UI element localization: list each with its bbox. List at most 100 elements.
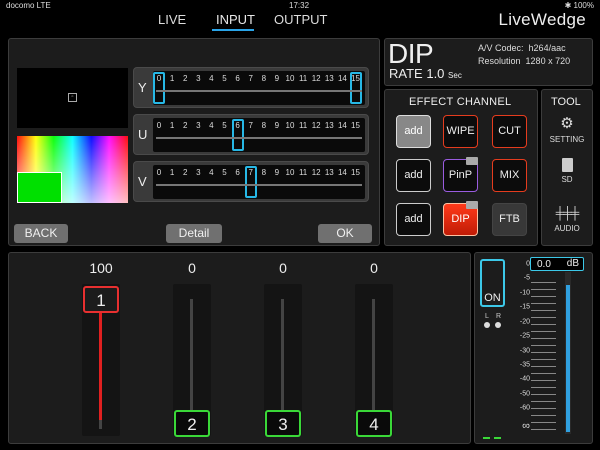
scale-tick-label: 5 bbox=[222, 168, 227, 177]
tab-input[interactable]: INPUT bbox=[216, 12, 255, 27]
left-channel-label: L bbox=[485, 313, 489, 320]
sd-card-icon bbox=[561, 158, 573, 172]
db-tick-label: -10 bbox=[519, 289, 530, 297]
scale-tick-label: 6 bbox=[235, 74, 240, 83]
scale-tick-label: 12 bbox=[311, 168, 321, 177]
scale-tick-label: 7 bbox=[248, 121, 253, 130]
preview-marker-icon: ▫ bbox=[68, 93, 77, 102]
clock: 17:32 bbox=[289, 1, 310, 10]
scale-tick-label: 14 bbox=[337, 74, 347, 83]
fader-value: 100 bbox=[89, 260, 113, 276]
add-button-3[interactable]: add bbox=[396, 203, 431, 236]
audio-tool[interactable]: ╪╪╪ AUDIO bbox=[543, 205, 591, 233]
db-unit: dB bbox=[566, 258, 579, 269]
slider-knob[interactable] bbox=[231, 119, 244, 151]
slider-knob[interactable] bbox=[153, 72, 165, 104]
db-tick-label: -35 bbox=[519, 361, 530, 369]
slider-y-track[interactable]: 0 1 2 3 4 5 6 7 8 9 10 11 12 13 14 15 bbox=[153, 71, 365, 105]
right-level-led bbox=[494, 437, 501, 439]
scale-tick-label: 8 bbox=[261, 121, 267, 130]
slider-y: Y 0 1 2 3 4 5 6 7 8 9 10 11 12 13 14 15 bbox=[133, 67, 369, 108]
add-button-1[interactable]: add bbox=[396, 115, 431, 148]
slider-v: V 0 1 2 3 4 5 6 7 8 9 10 11 12 13 14 15 bbox=[133, 161, 369, 202]
scale-tick-label: 4 bbox=[209, 168, 214, 177]
slider-u: U 0 1 2 3 4 5 6 7 8 9 10 11 12 13 14 15 bbox=[133, 114, 369, 155]
rate-value: 1.0 bbox=[426, 66, 445, 81]
fader-panel bbox=[8, 252, 471, 444]
scale-tick-label: 3 bbox=[196, 74, 201, 83]
add-button-2[interactable]: add bbox=[396, 159, 431, 192]
db-tick-label: -5 bbox=[523, 274, 530, 282]
fader-value: 0 bbox=[370, 260, 378, 276]
scale-tick-label: 13 bbox=[324, 168, 334, 177]
ok-button[interactable]: OK bbox=[318, 224, 372, 243]
settings-flag-icon bbox=[466, 201, 478, 209]
scale-tick-label: 2 bbox=[182, 74, 188, 83]
back-button[interactable]: BACK bbox=[14, 224, 68, 243]
scale-tick-label: 13 bbox=[324, 121, 334, 130]
fader-knob-4[interactable]: 4 bbox=[356, 410, 392, 437]
db-tick-label: -60 bbox=[519, 404, 530, 412]
right-channel-label: R bbox=[496, 313, 502, 320]
db-readout[interactable]: 0.0 dB bbox=[530, 257, 584, 271]
scale-tick-label: 1 bbox=[169, 121, 175, 130]
slider-u-track[interactable]: 0 1 2 3 4 5 6 7 8 9 10 11 12 13 14 15 bbox=[153, 118, 365, 152]
ftb-button[interactable]: FTB bbox=[492, 203, 527, 236]
scale-tick-label: 9 bbox=[274, 168, 280, 177]
detail-button[interactable]: Detail bbox=[166, 224, 222, 243]
meter-ticks bbox=[531, 282, 556, 430]
scale-tick-label: 0 bbox=[156, 121, 162, 130]
scale-tick-label: 11 bbox=[298, 74, 308, 83]
sd-tool[interactable]: SD bbox=[543, 158, 591, 184]
slider-u-label: U bbox=[138, 127, 148, 142]
scale-tick-label: 10 bbox=[285, 74, 295, 83]
cut-button[interactable]: CUT bbox=[492, 115, 527, 148]
slider-knob[interactable] bbox=[244, 166, 257, 198]
scale-tick-label: 15 bbox=[351, 168, 360, 177]
resolution-label: Resolution bbox=[478, 56, 521, 66]
resolution-value: 1280 x 720 bbox=[525, 56, 571, 66]
scale-tick-label: 11 bbox=[298, 168, 308, 177]
scale-tick-label: 0 bbox=[156, 168, 162, 177]
db-tick-label: -20 bbox=[519, 318, 530, 326]
scale-tick-label: 1 bbox=[169, 74, 175, 83]
db-tick-label: -25 bbox=[519, 332, 530, 340]
pinp-button[interactable]: PinP bbox=[443, 157, 478, 192]
scale-tick-label: 14 bbox=[337, 168, 347, 177]
tab-live[interactable]: LIVE bbox=[158, 12, 186, 27]
gear-icon: ⚙ bbox=[560, 115, 574, 132]
rate-label: RATE bbox=[389, 66, 423, 81]
scale-tick-label: 4 bbox=[209, 74, 214, 83]
color-picker[interactable] bbox=[17, 136, 128, 203]
fader-value: 0 bbox=[188, 260, 196, 276]
codec-info: A/V Codec: h264/aac Resolution 1280 x 72… bbox=[478, 42, 570, 68]
mix-button[interactable]: MIX bbox=[492, 159, 527, 192]
scale-tick-label: 8 bbox=[261, 168, 267, 177]
fader-knob-2[interactable]: 2 bbox=[174, 410, 210, 437]
active-tab-indicator bbox=[212, 29, 254, 31]
tool-title: TOOL bbox=[551, 96, 581, 108]
rate-display[interactable]: RATE 1.0 Sec bbox=[389, 66, 462, 81]
scale-tick-label: 12 bbox=[311, 74, 321, 83]
db-tick-label: -40 bbox=[519, 375, 530, 383]
scale-tick-label: 14 bbox=[337, 121, 347, 130]
slider-v-label: V bbox=[138, 174, 147, 189]
slider-v-track[interactable]: 0 1 2 3 4 5 6 7 8 9 10 11 12 13 14 15 bbox=[153, 165, 365, 199]
wipe-button[interactable]: WIPE bbox=[443, 115, 478, 148]
db-tick-label: ∞ bbox=[522, 420, 530, 432]
audio-on-button[interactable]: ON bbox=[480, 259, 505, 307]
mixer-sliders-icon: ╪╪╪ bbox=[555, 206, 580, 220]
scale-tick-label: 13 bbox=[324, 74, 334, 83]
color-selection[interactable] bbox=[17, 172, 62, 203]
sd-label: SD bbox=[561, 175, 573, 184]
scale-tick-label: 5 bbox=[222, 121, 227, 130]
audio-level-fill bbox=[566, 285, 570, 432]
fader-knob-3[interactable]: 3 bbox=[265, 410, 301, 437]
tab-output[interactable]: OUTPUT bbox=[274, 12, 327, 27]
fader-knob-1[interactable]: 1 bbox=[83, 286, 119, 313]
db-tick-label: -50 bbox=[519, 390, 530, 398]
codec-label: A/V Codec: bbox=[478, 43, 524, 53]
dip-button[interactable]: DIP bbox=[443, 201, 478, 236]
setting-tool[interactable]: ⚙ SETTING bbox=[543, 115, 591, 145]
slider-knob[interactable] bbox=[349, 72, 362, 104]
